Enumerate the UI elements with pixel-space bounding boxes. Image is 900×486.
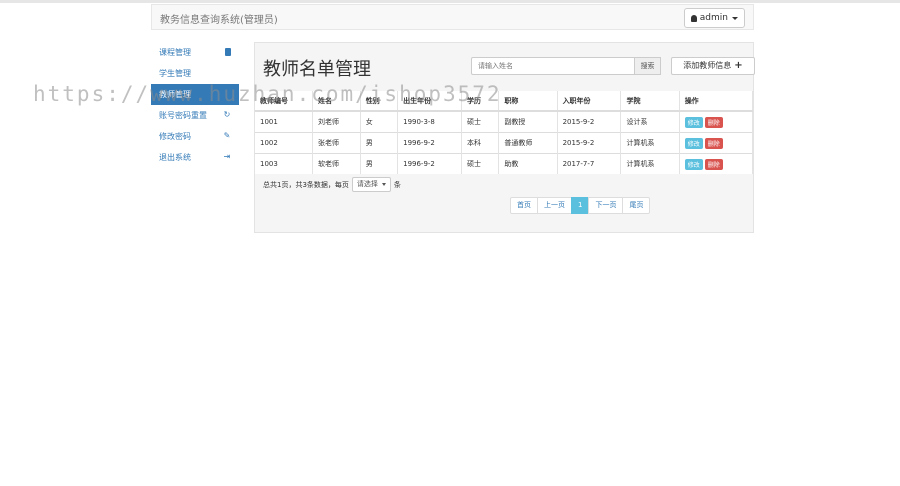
pagination-summary: 总共1页，共3条数据，每页 请选择 条	[263, 177, 401, 192]
main-panel: 教师名单管理 搜索 添加教师信息+ 教师编号 姓名 性别 出生年份 学历 职称 …	[254, 42, 755, 233]
book-icon	[225, 48, 231, 56]
next-page-link[interactable]: 下一页	[588, 197, 624, 214]
table-cell: 硕士	[461, 153, 500, 174]
table-cell: 计算机系	[620, 132, 680, 154]
app-title: 教务信息查询系统(管理员)	[160, 15, 278, 26]
user-label: admin	[699, 13, 728, 23]
column-header: 学院	[620, 91, 680, 112]
table-cell: 刘老师	[312, 110, 361, 133]
column-header: 教师编号	[255, 91, 313, 112]
table-cell: 2015-9-2	[557, 110, 622, 133]
sidebar-item-logout[interactable]: 退出系统 ⇥	[151, 147, 239, 168]
column-header: 职称	[498, 91, 558, 112]
first-page-link[interactable]: 首页	[510, 197, 538, 214]
actions-cell: 修改 删除	[679, 110, 754, 133]
table-cell: 软老师	[312, 153, 361, 174]
table-cell: 本科	[461, 132, 500, 154]
column-header: 性别	[360, 91, 399, 112]
per-page-select-value: 请选择	[356, 180, 378, 188]
table-cell: 2015-9-2	[557, 132, 622, 154]
table-cell: 助教	[498, 153, 558, 174]
sidebar-item-label: 退出系统	[159, 153, 191, 162]
column-header: 入职年份	[557, 91, 622, 112]
sidebar-item-change-password[interactable]: 修改密码 ✎	[151, 126, 239, 147]
summary-suffix: 条	[393, 180, 401, 189]
edit-button[interactable]: 修改	[684, 158, 703, 170]
column-header: 操作	[679, 91, 754, 112]
per-page-select[interactable]: 请选择	[351, 177, 391, 192]
last-page-link[interactable]: 尾页	[622, 197, 651, 214]
prev-page-link[interactable]: 上一页	[537, 197, 572, 214]
teacher-table: 教师编号 姓名 性别 出生年份 学历 职称 入职年份 学院 操作 1001 刘老…	[255, 91, 754, 174]
table-cell: 普通教师	[498, 132, 558, 154]
add-teacher-label: 添加教师信息	[683, 61, 732, 70]
chevron-down-icon	[381, 183, 386, 186]
top-border	[0, 0, 900, 3]
delete-button[interactable]: 删除	[704, 137, 723, 149]
table-cell: 2017-7-7	[557, 153, 622, 174]
table-cell: 男	[360, 132, 399, 154]
delete-button[interactable]: 删除	[704, 116, 723, 128]
current-page-link[interactable]: 1	[571, 197, 590, 214]
table-cell: 计算机系	[620, 153, 680, 174]
sidebar-item-courses[interactable]: 课程管理	[151, 42, 239, 63]
sidebar-item-label: 教师管理	[159, 90, 191, 99]
pagination: 首页 上一页 1 下一页 尾页	[510, 197, 651, 214]
table-cell: 1996-9-2	[397, 153, 462, 174]
summary-prefix: 总共1页，共3条数据，每页	[263, 180, 349, 189]
table-cell: 1003	[255, 153, 313, 174]
navbar: 教务信息查询系统(管理员) admin	[151, 4, 754, 30]
sidebar-item-label: 课程管理	[159, 48, 191, 57]
delete-button[interactable]: 删除	[704, 158, 723, 170]
table-cell: 副教授	[498, 110, 558, 133]
refresh-icon: ↻	[223, 110, 231, 119]
plus-icon: +	[734, 60, 743, 71]
table-row: 1001 刘老师 女 1990-3-8 硕士 副教授 2015-9-2 设计系 …	[255, 110, 754, 133]
table-row: 1002 张老师 男 1996-9-2 本科 普通教师 2015-9-2 计算机…	[255, 132, 754, 154]
table-cell: 1996-9-2	[397, 132, 462, 154]
sidebar-item-label: 账号密码重置	[159, 111, 207, 120]
logout-icon: ⇥	[223, 152, 231, 161]
edit-button[interactable]: 修改	[684, 116, 703, 128]
actions-cell: 修改 删除	[679, 132, 754, 154]
page-title: 教师名单管理	[263, 59, 371, 80]
table-cell: 1002	[255, 132, 313, 154]
table-cell: 1990-3-8	[397, 110, 462, 133]
column-header: 学历	[461, 91, 500, 112]
column-header: 姓名	[312, 91, 361, 112]
search-input[interactable]	[471, 57, 636, 75]
search-button[interactable]: 搜索	[635, 57, 661, 75]
table-cell: 设计系	[620, 110, 680, 133]
sidebar-item-teachers[interactable]: 教师管理	[151, 84, 239, 105]
user-icon	[690, 14, 697, 22]
column-header: 出生年份	[397, 91, 462, 112]
pencil-icon: ✎	[223, 131, 231, 140]
sidebar-item-students[interactable]: 学生管理	[151, 63, 239, 84]
table-row: 1003 软老师 男 1996-9-2 硕士 助教 2017-7-7 计算机系 …	[255, 153, 754, 174]
user-menu-button[interactable]: admin	[683, 8, 745, 28]
table-cell: 硕士	[461, 110, 500, 133]
table-cell: 张老师	[312, 132, 361, 154]
add-teacher-button[interactable]: 添加教师信息 +	[671, 57, 755, 75]
sidebar-item-label: 修改密码	[159, 132, 191, 141]
table-cell: 女	[360, 110, 399, 133]
sidebar-item-label: 学生管理	[159, 69, 191, 78]
actions-cell: 修改 删除	[679, 153, 754, 174]
search-group: 搜索	[471, 57, 661, 75]
edit-button[interactable]: 修改	[684, 137, 703, 149]
sidebar-item-reset-password[interactable]: 账号密码重置 ↻	[151, 105, 239, 126]
caret-down-icon	[732, 16, 738, 20]
table-header-row: 教师编号 姓名 性别 出生年份 学历 职称 入职年份 学院 操作	[255, 91, 754, 112]
table-cell: 1001	[255, 110, 313, 133]
sidebar: 课程管理 学生管理 教师管理 账号密码重置 ↻ 修改密码 ✎ 退出系统 ⇥	[151, 42, 239, 168]
table-cell: 男	[360, 153, 399, 174]
